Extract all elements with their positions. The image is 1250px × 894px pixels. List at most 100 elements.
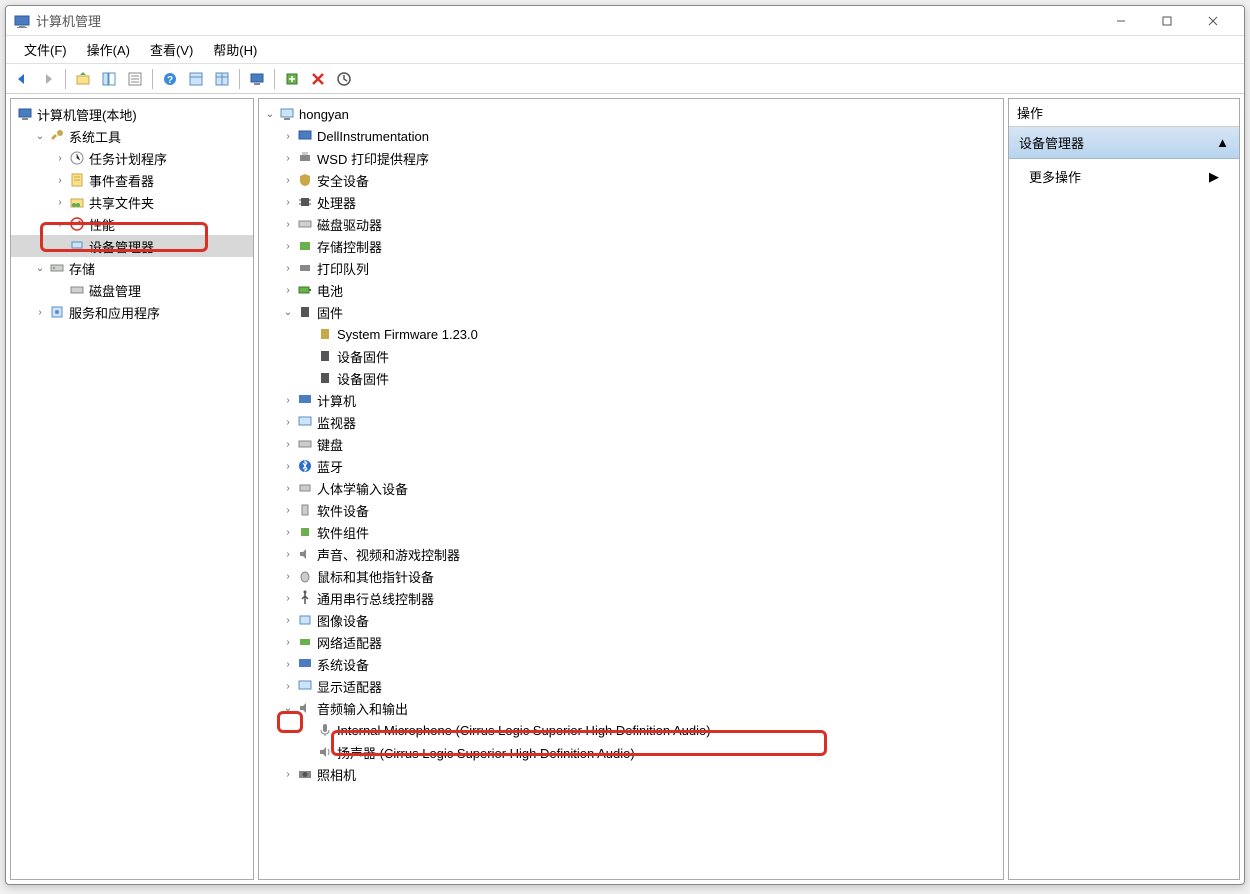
- expand-arrow[interactable]: ›: [281, 571, 295, 582]
- expand-arrow[interactable]: ›: [53, 153, 67, 164]
- expand-arrow[interactable]: ›: [281, 175, 295, 186]
- expand-arrow[interactable]: ›: [281, 241, 295, 252]
- audio-mic-item[interactable]: Internal Microphone (Cirrus Logic Superi…: [259, 719, 1003, 741]
- update-driver-button[interactable]: [332, 67, 356, 91]
- view-detail-button[interactable]: [210, 67, 234, 91]
- tree-disk-management[interactable]: 磁盘管理: [11, 279, 253, 301]
- nav-forward-button[interactable]: [36, 67, 60, 91]
- tree-root[interactable]: 计算机管理(本地): [11, 103, 253, 125]
- firmware-item[interactable]: 设备固件: [259, 367, 1003, 389]
- device-category[interactable]: ›监视器: [259, 411, 1003, 433]
- device-category[interactable]: ›人体学输入设备: [259, 477, 1003, 499]
- remote-computer-button[interactable]: [245, 67, 269, 91]
- close-button[interactable]: [1190, 6, 1236, 36]
- expand-arrow[interactable]: ›: [281, 527, 295, 538]
- device-audio-io[interactable]: ⌄音频输入和输出: [259, 697, 1003, 719]
- expand-arrow[interactable]: ⌄: [33, 131, 47, 142]
- cpu-icon: [297, 194, 313, 210]
- menu-help[interactable]: 帮助(H): [203, 36, 267, 63]
- expand-arrow[interactable]: ›: [281, 549, 295, 560]
- event-icon: [69, 172, 85, 188]
- device-category[interactable]: ›照相机: [259, 763, 1003, 785]
- device-category[interactable]: ›网络适配器: [259, 631, 1003, 653]
- expand-arrow[interactable]: ⌄: [263, 109, 277, 120]
- device-category[interactable]: ›电池: [259, 279, 1003, 301]
- expand-arrow[interactable]: ›: [281, 395, 295, 406]
- expand-arrow[interactable]: ›: [281, 197, 295, 208]
- device-category[interactable]: ›WSD 打印提供程序: [259, 147, 1003, 169]
- view-list-button[interactable]: [184, 67, 208, 91]
- menu-file[interactable]: 文件(F): [14, 36, 77, 63]
- menu-action[interactable]: 操作(A): [77, 36, 140, 63]
- expand-arrow[interactable]: ›: [281, 681, 295, 692]
- device-firmware[interactable]: ⌄固件: [259, 301, 1003, 323]
- tree-storage[interactable]: ⌄ 存储: [11, 257, 253, 279]
- audio-speaker-item[interactable]: 扬声器 (Cirrus Logic Superior High Definiti…: [259, 741, 1003, 763]
- up-button[interactable]: [71, 67, 95, 91]
- more-actions-item[interactable]: 更多操作 ▶: [1009, 159, 1239, 194]
- device-category[interactable]: ›存储控制器: [259, 235, 1003, 257]
- expand-arrow[interactable]: ›: [281, 263, 295, 274]
- expand-arrow[interactable]: ⌄: [281, 703, 295, 714]
- tree-device-manager[interactable]: 设备管理器: [11, 235, 253, 257]
- uninstall-button[interactable]: [306, 67, 330, 91]
- expand-arrow[interactable]: ›: [281, 219, 295, 230]
- device-category[interactable]: ›通用串行总线控制器: [259, 587, 1003, 609]
- device-category[interactable]: ›键盘: [259, 433, 1003, 455]
- tree-system-tools[interactable]: ⌄ 系统工具: [11, 125, 253, 147]
- device-root[interactable]: ⌄ hongyan: [259, 103, 1003, 125]
- firmware-item[interactable]: 设备固件: [259, 345, 1003, 367]
- device-category[interactable]: ›安全设备: [259, 169, 1003, 191]
- expand-arrow[interactable]: ›: [281, 637, 295, 648]
- tree-performance[interactable]: › 性能: [11, 213, 253, 235]
- expand-arrow[interactable]: ›: [281, 417, 295, 428]
- minimize-button[interactable]: [1098, 6, 1144, 36]
- device-category[interactable]: ›DellInstrumentation: [259, 125, 1003, 147]
- expand-arrow[interactable]: ›: [281, 659, 295, 670]
- expand-arrow[interactable]: ›: [53, 175, 67, 186]
- device-category[interactable]: ›计算机: [259, 389, 1003, 411]
- tree-services-apps[interactable]: › 服务和应用程序: [11, 301, 253, 323]
- expand-arrow[interactable]: ⌄: [281, 307, 295, 318]
- maximize-button[interactable]: [1144, 6, 1190, 36]
- expand-arrow[interactable]: ›: [281, 593, 295, 604]
- expand-arrow[interactable]: ›: [281, 769, 295, 780]
- device-category[interactable]: ›蓝牙: [259, 455, 1003, 477]
- show-hide-tree-button[interactable]: [97, 67, 121, 91]
- expand-arrow[interactable]: ›: [281, 461, 295, 472]
- device-category[interactable]: › 打印队列: [259, 257, 1003, 279]
- tree-event-viewer[interactable]: › 事件查看器: [11, 169, 253, 191]
- tree-task-scheduler[interactable]: › 任务计划程序: [11, 147, 253, 169]
- device-category[interactable]: ›显示适配器: [259, 675, 1003, 697]
- device-category[interactable]: ›软件组件: [259, 521, 1003, 543]
- device-category[interactable]: ›处理器: [259, 191, 1003, 213]
- firmware-item[interactable]: System Firmware 1.23.0: [259, 323, 1003, 345]
- tree-shared-folders[interactable]: › 共享文件夹: [11, 191, 253, 213]
- expand-arrow[interactable]: ›: [281, 615, 295, 626]
- menu-view[interactable]: 查看(V): [140, 36, 203, 63]
- device-category[interactable]: ›声音、视频和游戏控制器: [259, 543, 1003, 565]
- expand-arrow[interactable]: ›: [281, 131, 295, 142]
- device-category[interactable]: ›鼠标和其他指针设备: [259, 565, 1003, 587]
- expand-arrow[interactable]: ›: [281, 153, 295, 164]
- device-category[interactable]: ›系统设备: [259, 653, 1003, 675]
- expand-arrow[interactable]: ›: [53, 219, 67, 230]
- device-category[interactable]: ›磁盘驱动器: [259, 213, 1003, 235]
- expand-arrow[interactable]: ›: [281, 483, 295, 494]
- nav-back-button[interactable]: [10, 67, 34, 91]
- tree-label: 共享文件夹: [89, 193, 162, 212]
- tree-label: 打印队列: [317, 259, 377, 278]
- expand-arrow[interactable]: ›: [281, 505, 295, 516]
- expand-arrow[interactable]: ⌄: [33, 263, 47, 274]
- actions-section[interactable]: 设备管理器 ▲: [1009, 127, 1239, 159]
- scan-hardware-button[interactable]: [280, 67, 304, 91]
- expand-arrow[interactable]: ›: [53, 197, 67, 208]
- expand-arrow[interactable]: ›: [33, 307, 47, 318]
- help-button[interactable]: ?: [158, 67, 182, 91]
- device-category[interactable]: ›软件设备: [259, 499, 1003, 521]
- tree-label: 设备固件: [337, 369, 397, 388]
- device-category[interactable]: ›图像设备: [259, 609, 1003, 631]
- expand-arrow[interactable]: ›: [281, 439, 295, 450]
- expand-arrow[interactable]: ›: [281, 285, 295, 296]
- properties-button[interactable]: [123, 67, 147, 91]
